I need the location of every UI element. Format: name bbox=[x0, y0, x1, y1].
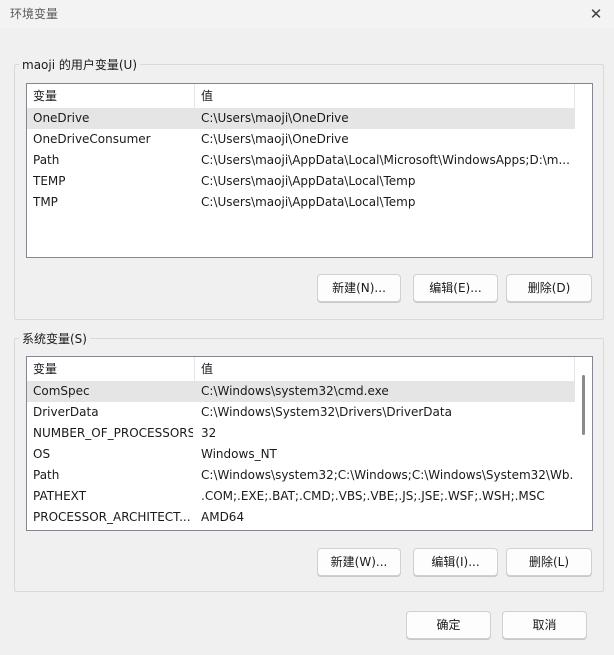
system-list-header: 变量 值 bbox=[27, 357, 575, 381]
user-new-button[interactable]: 新建(N)... bbox=[317, 274, 401, 302]
variable-value-cell: C:\Windows\System32\Drivers\DriverData bbox=[201, 405, 452, 419]
variable-name-cell: TEMP bbox=[33, 174, 66, 188]
variable-value-cell: Windows_NT bbox=[201, 447, 277, 461]
table-row[interactable]: DriverData C:\Windows\System32\Drivers\Dr… bbox=[27, 402, 575, 423]
window-title: 环境变量 bbox=[10, 7, 59, 21]
close-icon[interactable]: ✕ bbox=[586, 4, 606, 24]
table-row[interactable]: OS Windows_NT bbox=[27, 444, 575, 465]
scrollbar-thumb[interactable] bbox=[582, 375, 585, 435]
variable-name-cell: Path bbox=[33, 468, 60, 482]
user-delete-button[interactable]: 删除(D) bbox=[506, 274, 592, 302]
user-list-header: 变量 值 bbox=[27, 84, 575, 108]
variable-value-cell: C:\Users\maoji\AppData\Local\Temp bbox=[201, 174, 416, 188]
table-row[interactable]: Path C:\Windows\system32;C:\Windows;C:\Wi… bbox=[27, 465, 575, 486]
variable-value-cell: C:\Users\maoji\OneDrive bbox=[201, 132, 349, 146]
system-variables-label: 系统变量(S) bbox=[19, 330, 90, 347]
column-header-value[interactable]: 值 bbox=[195, 84, 575, 108]
table-row[interactable]: PATHEXT .COM;.EXE;.BAT;.CMD;.VBS;.VBE;.JS… bbox=[27, 486, 575, 507]
variable-name-cell: PATHEXT bbox=[33, 489, 87, 503]
table-row[interactable]: Path C:\Users\maoji\AppData\Local\Microso… bbox=[27, 150, 575, 171]
cancel-button[interactable]: 取消 bbox=[502, 611, 587, 639]
user-edit-button[interactable]: 编辑(E)... bbox=[413, 274, 498, 302]
variable-name-cell: ComSpec bbox=[33, 384, 90, 398]
variable-value-cell: C:\Windows\system32\cmd.exe bbox=[201, 384, 389, 398]
user-variables-list[interactable]: 变量 值 OneDrive C:\Users\maoji\OneDrive OneD… bbox=[26, 83, 593, 258]
table-row[interactable]: ComSpec C:\Windows\system32\cmd.exe bbox=[27, 381, 575, 402]
system-variables-list[interactable]: 变量 值 ComSpec C:\Windows\system32\cmd.exe D… bbox=[26, 356, 593, 531]
table-row[interactable]: OneDrive C:\Users\maoji\OneDrive bbox=[27, 108, 575, 129]
system-edit-button[interactable]: 编辑(I)... bbox=[413, 548, 498, 576]
variable-value-cell: AMD64 bbox=[201, 510, 245, 524]
variable-value-cell: C:\Users\maoji\OneDrive bbox=[201, 111, 349, 125]
user-variables-label: maoji 的用户变量(U) bbox=[19, 56, 141, 73]
table-row[interactable]: NUMBER_OF_PROCESSORS 32 bbox=[27, 423, 575, 444]
variable-name-cell: DriverData bbox=[33, 405, 99, 419]
system-list-scrollbar[interactable] bbox=[577, 357, 592, 530]
table-row[interactable]: OneDriveConsumer C:\Users\maoji\OneDrive bbox=[27, 129, 575, 150]
variable-name-cell: PROCESSOR_ARCHITECT... bbox=[33, 510, 191, 524]
column-header-variable[interactable]: 变量 bbox=[27, 84, 195, 108]
variable-name-cell: TMP bbox=[33, 195, 58, 209]
variable-value-cell: C:\Users\maoji\AppData\Local\Temp bbox=[201, 195, 416, 209]
variable-name-cell: NUMBER_OF_PROCESSORS bbox=[33, 426, 193, 440]
ok-button[interactable]: 确定 bbox=[406, 611, 491, 639]
variable-value-cell: C:\Windows\system32;C:\Windows;C:\Window… bbox=[201, 468, 573, 482]
variable-name-cell: OS bbox=[33, 447, 51, 461]
table-row[interactable]: TMP C:\Users\maoji\AppData\Local\Temp bbox=[27, 192, 575, 213]
variable-name-cell: Path bbox=[33, 153, 60, 167]
variable-value-cell: 32 bbox=[201, 426, 217, 440]
title-bar: 环境变量 ✕ bbox=[0, 0, 614, 28]
variable-value-cell: C:\Users\maoji\AppData\Local\Microsoft\W… bbox=[201, 153, 570, 167]
variable-name-cell: OneDriveConsumer bbox=[33, 132, 151, 146]
column-header-variable[interactable]: 变量 bbox=[27, 357, 195, 381]
table-row[interactable]: TEMP C:\Users\maoji\AppData\Local\Temp bbox=[27, 171, 575, 192]
variable-name-cell: OneDrive bbox=[33, 111, 90, 125]
system-new-button[interactable]: 新建(W)... bbox=[317, 548, 401, 576]
variable-value-cell: .COM;.EXE;.BAT;.CMD;.VBS;.VBE;.JS;.JSE;.… bbox=[201, 489, 545, 503]
system-delete-button[interactable]: 删除(L) bbox=[506, 548, 592, 576]
column-header-value[interactable]: 值 bbox=[195, 357, 575, 381]
table-row[interactable]: PROCESSOR_ARCHITECT... AMD64 bbox=[27, 507, 575, 528]
